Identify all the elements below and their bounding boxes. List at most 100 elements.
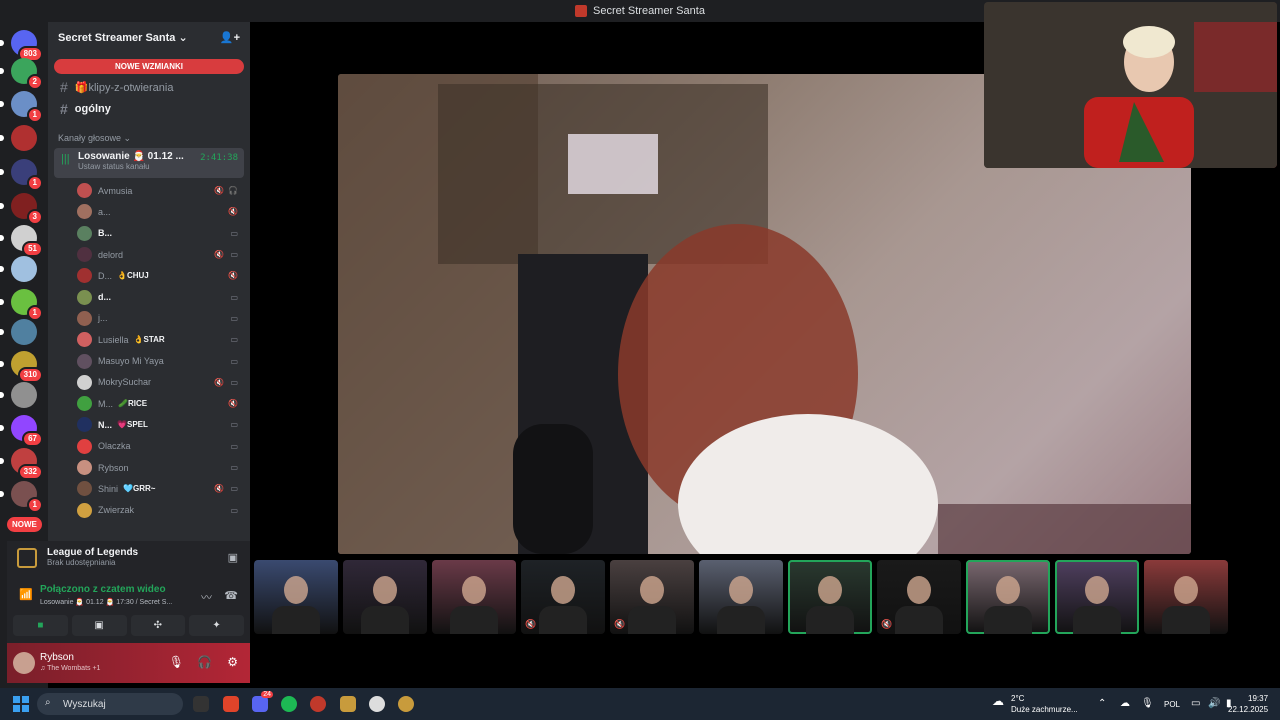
- soundboard-button[interactable]: ✦: [189, 615, 244, 636]
- server-header[interactable]: Secret Streamer Santa ⌄ 👤+: [48, 22, 250, 52]
- weather-desc[interactable]: Duże zachmurze...: [1011, 705, 1078, 714]
- server-icon[interactable]: 51: [0, 225, 43, 257]
- voice-member[interactable]: a... 🔇: [48, 201, 250, 222]
- league-app-icon[interactable]: [398, 696, 414, 712]
- microphone-icon[interactable]: 🎙: [169, 655, 184, 669]
- network-icon[interactable]: ▭: [1191, 698, 1200, 709]
- server-icon[interactable]: [0, 319, 37, 345]
- voice-member[interactable]: Rybson ▭: [48, 457, 250, 478]
- brave-app-icon[interactable]: [223, 696, 239, 712]
- server-icon[interactable]: [0, 125, 37, 151]
- voice-member[interactable]: M... 🥒RICE 🔇: [48, 393, 250, 414]
- voice-member[interactable]: MokrySuchar 🔇 ▭: [48, 372, 250, 393]
- participant-tile[interactable]: [1055, 560, 1139, 634]
- taskbar-search[interactable]: ⌕ Wyszukaj: [37, 693, 183, 715]
- server-icon[interactable]: 310: [0, 351, 43, 383]
- gear-icon[interactable]: ⚙: [227, 655, 238, 669]
- voice-member[interactable]: Zwierzak ▭: [48, 499, 250, 520]
- riot-app-icon[interactable]: [340, 696, 356, 712]
- participant-tile[interactable]: 🔇: [521, 560, 605, 634]
- server-icon[interactable]: [0, 382, 37, 408]
- cloud-icon[interactable]: ☁: [1120, 698, 1130, 709]
- server-icon[interactable]: 3: [0, 193, 43, 225]
- voice-member[interactable]: Olaczka ▭: [48, 436, 250, 457]
- pip-video-stream[interactable]: [984, 2, 1277, 168]
- mention-badge: 1: [26, 175, 43, 191]
- new-unreads-pill[interactable]: NOWE: [7, 517, 42, 532]
- participant-tile[interactable]: [1144, 560, 1228, 634]
- chevron-up-icon[interactable]: ⌃: [1098, 698, 1106, 709]
- voice-member[interactable]: delord 🔇 ▭: [48, 244, 250, 265]
- text-channel[interactable]: # ogólny: [48, 98, 250, 120]
- text-channel[interactable]: # 🎁klipy-z-otwierania: [48, 76, 250, 98]
- voice-member[interactable]: j... ▭: [48, 308, 250, 329]
- participant-tile[interactable]: [254, 560, 338, 634]
- browser-app-icon[interactable]: [310, 696, 326, 712]
- activities-button[interactable]: ✣: [130, 615, 186, 636]
- clock-time[interactable]: 19:37: [1248, 694, 1268, 703]
- voice-member[interactable]: Lusiella 👌STAR ▭: [48, 329, 250, 350]
- share-screen-button[interactable]: ▣: [71, 615, 127, 636]
- participant-tile[interactable]: [788, 560, 872, 634]
- clock-date[interactable]: 22.12.2025: [1228, 705, 1268, 714]
- participant-tile[interactable]: [966, 560, 1050, 634]
- headphones-icon[interactable]: 🎧: [197, 655, 212, 669]
- avatar: [77, 332, 92, 348]
- discord-app-icon[interactable]: 24: [252, 691, 273, 712]
- participant-tile[interactable]: 🔇: [610, 560, 694, 634]
- avatar[interactable]: [13, 652, 35, 674]
- avatar: [77, 502, 92, 518]
- voice-category[interactable]: Kanały głosowe ⌄: [48, 120, 250, 148]
- voice-connection-status[interactable]: Połączono z czatem wideo: [40, 584, 166, 595]
- avatar: [77, 247, 92, 263]
- obs-app-icon[interactable]: [193, 696, 209, 712]
- server-icon[interactable]: [0, 256, 37, 282]
- voice-channel-active[interactable]: ||| Losowanie 🎅 01.12 ... Ustaw status k…: [54, 148, 244, 178]
- activity-title: League of Legends: [47, 547, 139, 558]
- voice-member[interactable]: d... ▭: [48, 286, 250, 307]
- voice-member[interactable]: Masuyo Mi Yaya ▭: [48, 350, 250, 371]
- voice-member-name: Shini: [98, 483, 119, 494]
- new-mentions-pill[interactable]: NOWE WZMIANKI: [54, 59, 244, 74]
- voice-channel-status[interactable]: Ustaw status kanału: [78, 162, 244, 171]
- voice-connection-detail[interactable]: Losowanie 🎅 01.12 🎅 17:30 / Secret S...: [40, 598, 172, 606]
- server-icon[interactable]: 67: [0, 415, 43, 447]
- app-icon[interactable]: [369, 696, 385, 712]
- microphone-tray-icon[interactable]: 🎙: [1141, 698, 1154, 709]
- participant-tile[interactable]: [432, 560, 516, 634]
- avatar: [77, 481, 92, 497]
- spotify-app-icon[interactable]: [281, 696, 297, 712]
- server-icon[interactable]: 1: [0, 159, 43, 191]
- voice-member[interactable]: N... 💗SPEL ▭: [48, 414, 250, 435]
- server-icon[interactable]: 332: [0, 448, 43, 480]
- participant-body: [1073, 606, 1121, 634]
- disconnect-icon[interactable]: ☎: [224, 589, 238, 602]
- user-name[interactable]: Rybson: [40, 652, 74, 663]
- server-icon[interactable]: 1: [0, 481, 43, 513]
- server-icon[interactable]: 2: [0, 58, 43, 90]
- server-icon[interactable]: 1: [0, 91, 43, 123]
- noise-suppression-icon[interactable]: 〰: [201, 589, 212, 605]
- camera-icon: ▭: [230, 356, 238, 366]
- start-button[interactable]: [13, 696, 29, 712]
- voice-member[interactable]: B... ▭: [48, 223, 250, 244]
- weather-temp[interactable]: 2°C: [1011, 694, 1024, 703]
- participant-tile[interactable]: [343, 560, 427, 634]
- participant-tile[interactable]: [699, 560, 783, 634]
- voice-channel-timer: 2:41:38: [200, 153, 238, 163]
- language-indicator[interactable]: POL: [1164, 700, 1180, 709]
- camera-button[interactable]: ■: [13, 615, 68, 636]
- weather-icon[interactable]: ☁: [992, 694, 1004, 708]
- screen-share-icon[interactable]: ▣: [228, 551, 238, 564]
- participant-tile[interactable]: 🔇: [877, 560, 961, 634]
- server-icon[interactable]: 803: [0, 30, 43, 62]
- voice-member[interactable]: D... 👌CHUJ 🔇: [48, 265, 250, 286]
- invite-people-icon[interactable]: 👤+: [220, 31, 240, 44]
- unread-indicator: [0, 203, 4, 209]
- server-icon[interactable]: 1: [0, 289, 43, 321]
- volume-icon[interactable]: 🔊: [1208, 698, 1220, 709]
- hash-icon: #: [60, 101, 68, 117]
- voice-member[interactable]: Avmusia 🔇 🎧: [48, 180, 250, 201]
- voice-member[interactable]: Shini 🩵GRR~ 🔇 ▭: [48, 478, 250, 499]
- participant-body: [539, 606, 587, 634]
